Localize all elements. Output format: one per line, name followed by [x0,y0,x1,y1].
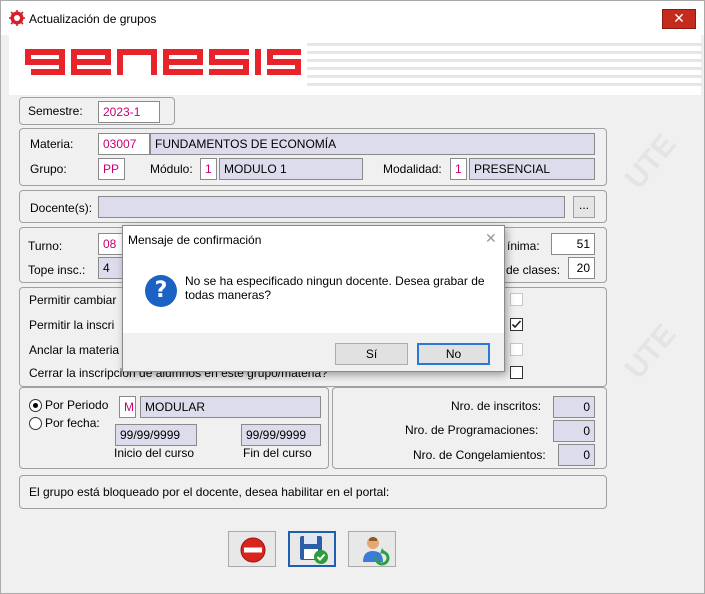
materia-code-field[interactable]: 03007 [98,133,150,155]
banner-stripes [307,43,702,87]
cancel-button[interactable] [228,531,276,567]
dialog-message: No se ha especificado ningun docente. De… [185,274,485,302]
dialog-message-line: todas maneras? [185,288,272,302]
inicio-curso-label: Inicio del curso [114,446,195,460]
window-close-button[interactable]: ✕ [662,9,696,29]
inscritos-label: Nro. de inscritos: [451,399,542,413]
congelamientos-field: 0 [558,444,595,466]
por-fecha-radio[interactable] [29,417,42,430]
materia-panel: Materia: 03007 FUNDAMENTOS DE ECONOMÍA G… [19,128,607,186]
docente-field[interactable] [98,196,565,218]
genesis-logo [25,45,301,84]
docente-label: Docente(s): [30,201,93,215]
dialog-close-icon[interactable]: ✕ [485,230,497,247]
dialog-footer: Sí No [123,333,504,371]
turno-label: Turno: [28,239,63,253]
user-refresh-icon [363,537,390,566]
stats-panel: Nro. de inscritos: 0 Nro. de Programacio… [332,387,607,469]
grupo-field[interactable]: PP [98,158,125,180]
genesis-app-icon [9,10,25,26]
yes-button[interactable]: Sí [335,343,408,365]
cancel-icon [240,537,266,563]
inscritos-field: 0 [553,396,595,418]
main-window: Actualización de grupos ✕ UTE UTE Semest… [0,0,705,594]
clases-label: de clases: [506,263,561,277]
por-periodo-radio[interactable] [29,399,42,412]
option-anclar-materia-label: Anclar la materia [29,343,120,357]
watermark-text: UTE [618,128,683,196]
window-title: Actualización de grupos [29,12,157,26]
por-periodo-label: Por Periodo [45,398,109,412]
option-permitir-cambiar-label: Permitir cambiar [29,293,117,307]
modalidad-label: Modalidad: [383,162,442,176]
dialog-title: Mensaje de confirmación [128,233,262,247]
option-permitir-inscripcion-checkbox[interactable] [510,318,523,331]
programaciones-field: 0 [553,420,595,442]
modalidad-name-field: PRESENCIAL [469,158,595,180]
tope-label: Tope insc.: [28,263,86,277]
congelamientos-label: Nro. de Congelamientos: [413,448,546,462]
banner [9,35,702,95]
option-permitir-inscripcion-label: Permitir la inscri [29,318,115,332]
question-icon: ? [145,275,177,307]
minima-field[interactable]: 51 [551,233,595,255]
docente-browse-button[interactable]: ... [573,196,595,218]
checkmark-icon [511,320,522,329]
bloqueo-text: El grupo está bloqueado por el docente, … [29,485,390,499]
semestre-panel: Semestre: 2023-1 [19,97,175,125]
modulo-name-field: MODULO 1 [219,158,363,180]
periodo-name-field: MODULAR [140,396,321,418]
modulo-label: Módulo: [150,162,193,176]
fin-curso-field[interactable]: 99/99/9999 [241,424,321,446]
programaciones-label: Nro. de Programaciones: [405,423,539,437]
semestre-field[interactable]: 2023-1 [98,101,160,123]
no-button[interactable]: No [417,343,490,365]
option-permitir-cambiar-checkbox[interactable] [510,293,523,306]
materia-label: Materia: [30,137,74,151]
modulo-code-field[interactable]: 1 [200,158,217,180]
user-refresh-button[interactable] [348,531,396,567]
materia-name-field: FUNDAMENTOS DE ECONOMÍA [150,133,595,155]
por-fecha-label: Por fecha: [45,416,100,430]
modalidad-code-field[interactable]: 1 [450,158,467,180]
minima-label: ínima: [507,239,540,253]
periodo-code-field[interactable]: M [119,396,136,418]
watermark-text: UTE [618,318,683,386]
save-button[interactable] [288,531,336,567]
option-cerrar-inscripcion-checkbox[interactable] [510,366,523,379]
dialog-message-line: No se ha especificado ningun docente. De… [185,274,485,288]
grupo-label: Grupo: [30,162,67,176]
clases-field[interactable]: 20 [568,257,595,279]
docente-panel: Docente(s): ... [19,190,607,223]
semestre-label: Semestre: [28,104,83,118]
dialog-body: ? No se ha especificado ningun docente. … [123,254,504,333]
inicio-curso-field[interactable]: 99/99/9999 [115,424,197,446]
bloqueo-panel: El grupo está bloqueado por el docente, … [19,475,607,509]
confirmation-dialog: Mensaje de confirmación ✕ ? No se ha esp… [122,225,505,372]
fin-curso-label: Fin del curso [243,446,312,460]
save-icon [300,536,328,564]
periodo-panel: Por Periodo Por fecha: M MODULAR 99/99/9… [19,387,329,469]
option-anclar-materia-checkbox[interactable] [510,343,523,356]
title-bar: Actualización de grupos ✕ [1,1,704,35]
